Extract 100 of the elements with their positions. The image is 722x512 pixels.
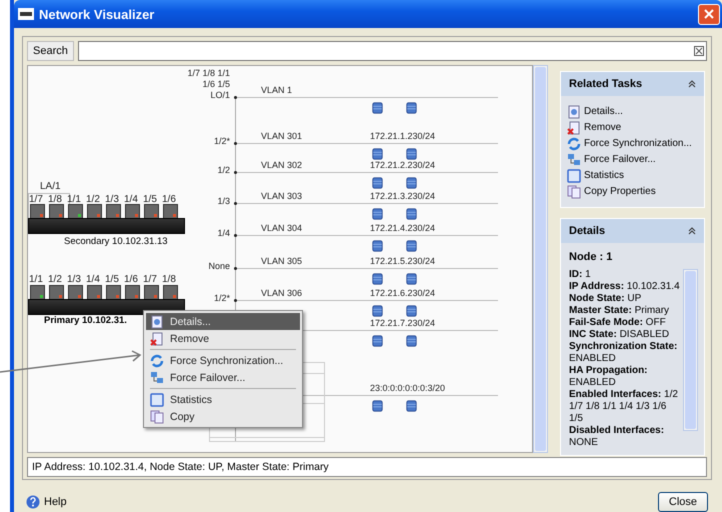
subnet-label: 23:0:0:0:0:0:0:3/20 bbox=[370, 383, 446, 393]
close-button[interactable] bbox=[698, 4, 720, 24]
port-label: 1/8 bbox=[162, 274, 176, 285]
server-icon bbox=[372, 335, 383, 347]
server-icon bbox=[372, 208, 383, 220]
vlan-label: VLAN 301 bbox=[261, 131, 302, 141]
window-icon bbox=[567, 168, 581, 182]
server-icon bbox=[372, 148, 383, 160]
port-label: 1/2 bbox=[86, 194, 100, 205]
vlan-label: VLAN 1 bbox=[261, 85, 292, 95]
port-label: 1/2* bbox=[212, 136, 230, 147]
port-icon[interactable] bbox=[106, 204, 121, 219]
close-icon bbox=[704, 9, 714, 19]
port-label: 1/2 bbox=[216, 165, 230, 176]
collapse-icon[interactable] bbox=[688, 227, 696, 235]
remove-icon bbox=[150, 332, 164, 346]
appliance-drawing[interactable] bbox=[28, 299, 185, 315]
port-icon[interactable] bbox=[68, 204, 83, 219]
port-icon[interactable] bbox=[49, 204, 64, 219]
detail-text: IP Address: 10.102.31.4 bbox=[569, 281, 681, 293]
server-icon bbox=[372, 240, 383, 252]
port-label: 1/1 bbox=[29, 274, 43, 285]
menu-item[interactable]: Statistics bbox=[146, 391, 300, 408]
task-link[interactable]: Copy Properties bbox=[567, 184, 698, 199]
sync-icon bbox=[150, 354, 164, 368]
task-link[interactable]: Remove bbox=[567, 120, 698, 135]
remove-icon bbox=[567, 120, 581, 134]
port-label: 1/2 bbox=[48, 274, 62, 285]
port-label: 1/7 1/8 1/1 1/6 1/5 LO/1 bbox=[186, 68, 230, 101]
menu-item[interactable]: Remove bbox=[146, 330, 300, 347]
port-icon[interactable] bbox=[144, 204, 159, 219]
port-label: 1/1 bbox=[67, 194, 81, 205]
collapse-icon[interactable] bbox=[688, 80, 696, 88]
port-label: 1/3 bbox=[67, 274, 81, 285]
port-icon[interactable] bbox=[30, 204, 45, 219]
port-label: 1/4 bbox=[124, 194, 138, 205]
server-icon bbox=[406, 240, 417, 252]
port-label: 1/4 bbox=[216, 228, 230, 239]
task-link[interactable]: Statistics bbox=[567, 168, 698, 183]
detail-text: Synchronization State: ENABLED bbox=[569, 341, 678, 365]
detail-text: HA Propagation: ENABLED bbox=[569, 365, 649, 389]
menu-item[interactable]: Force Synchronization... bbox=[146, 352, 300, 369]
port-icon[interactable] bbox=[30, 285, 45, 300]
port-label: 1/8 bbox=[48, 194, 62, 205]
vlan-label: VLAN 304 bbox=[261, 223, 302, 233]
server-icon bbox=[372, 305, 383, 317]
server-icon bbox=[406, 273, 417, 285]
window-icon bbox=[150, 392, 164, 406]
detail-text: Fail-Safe Mode: OFF bbox=[569, 317, 667, 329]
help-icon bbox=[26, 495, 40, 509]
port-label: 1/7 bbox=[143, 274, 157, 285]
clear-icon[interactable] bbox=[694, 46, 704, 56]
port-label: 1/5 bbox=[143, 194, 157, 205]
task-link[interactable]: Force Failover... bbox=[567, 152, 698, 167]
vlan-label: VLAN 305 bbox=[261, 256, 302, 266]
port-icon[interactable] bbox=[49, 285, 64, 300]
port-icon[interactable] bbox=[163, 285, 178, 300]
subnet-label: 172.21.4.230/24 bbox=[370, 223, 436, 233]
port-icon[interactable] bbox=[87, 285, 102, 300]
menu-item[interactable]: Force Failover... bbox=[146, 369, 300, 386]
computers-icon bbox=[567, 152, 581, 166]
subnet-label: 172.21.3.230/24 bbox=[370, 191, 436, 201]
server-icon bbox=[406, 208, 417, 220]
help-link[interactable]: Help bbox=[26, 495, 67, 509]
port-label: 1/3 bbox=[105, 194, 119, 205]
detail-text: Master State: Primary bbox=[569, 305, 670, 317]
port-icon[interactable] bbox=[68, 285, 83, 300]
detail-text: Node State: UP bbox=[569, 293, 642, 305]
port-icon[interactable] bbox=[106, 285, 121, 300]
port-icon[interactable] bbox=[144, 285, 159, 300]
group-label: LA/1 bbox=[40, 181, 61, 192]
scrollbar[interactable] bbox=[683, 269, 698, 431]
port-icon[interactable] bbox=[125, 204, 140, 219]
scrollbar[interactable] bbox=[533, 65, 548, 453]
subnet-label: 172.21.2.230/24 bbox=[370, 160, 436, 170]
server-icon bbox=[406, 400, 417, 412]
port-icon[interactable] bbox=[125, 285, 140, 300]
search-field[interactable] bbox=[78, 41, 707, 61]
vlan-label: VLAN 303 bbox=[261, 191, 302, 201]
port-label: 1/6 bbox=[124, 274, 138, 285]
server-icon bbox=[406, 335, 417, 347]
port-label: 1/4 bbox=[86, 274, 100, 285]
port-icon[interactable] bbox=[163, 204, 178, 219]
device-label: Secondary 10.102.31.13 bbox=[64, 236, 168, 247]
close-button[interactable]: Close bbox=[658, 492, 708, 512]
subnet-label: 172.21.7.230/24 bbox=[370, 318, 436, 328]
port-label: 1/5 bbox=[105, 274, 119, 285]
device-label: Primary 10.102.31. bbox=[44, 315, 127, 326]
status-bar: IP Address: 10.102.31.4, Node State: UP, Master State: Primary bbox=[27, 457, 707, 477]
menu-item[interactable]: Details... bbox=[146, 313, 300, 330]
server-icon bbox=[372, 273, 383, 285]
task-link[interactable]: Details... bbox=[567, 104, 698, 119]
port-label: 1/3 bbox=[216, 196, 230, 207]
menu-item[interactable]: Copy bbox=[146, 408, 300, 425]
port-icon[interactable] bbox=[87, 204, 102, 219]
port-label: None bbox=[207, 261, 230, 272]
server-icon bbox=[406, 305, 417, 317]
detail-text: INC State: DISABLED bbox=[569, 329, 670, 341]
task-link[interactable]: Force Synchronization... bbox=[567, 136, 698, 151]
detail-text: Disabled Interfaces: NONE bbox=[569, 425, 666, 449]
